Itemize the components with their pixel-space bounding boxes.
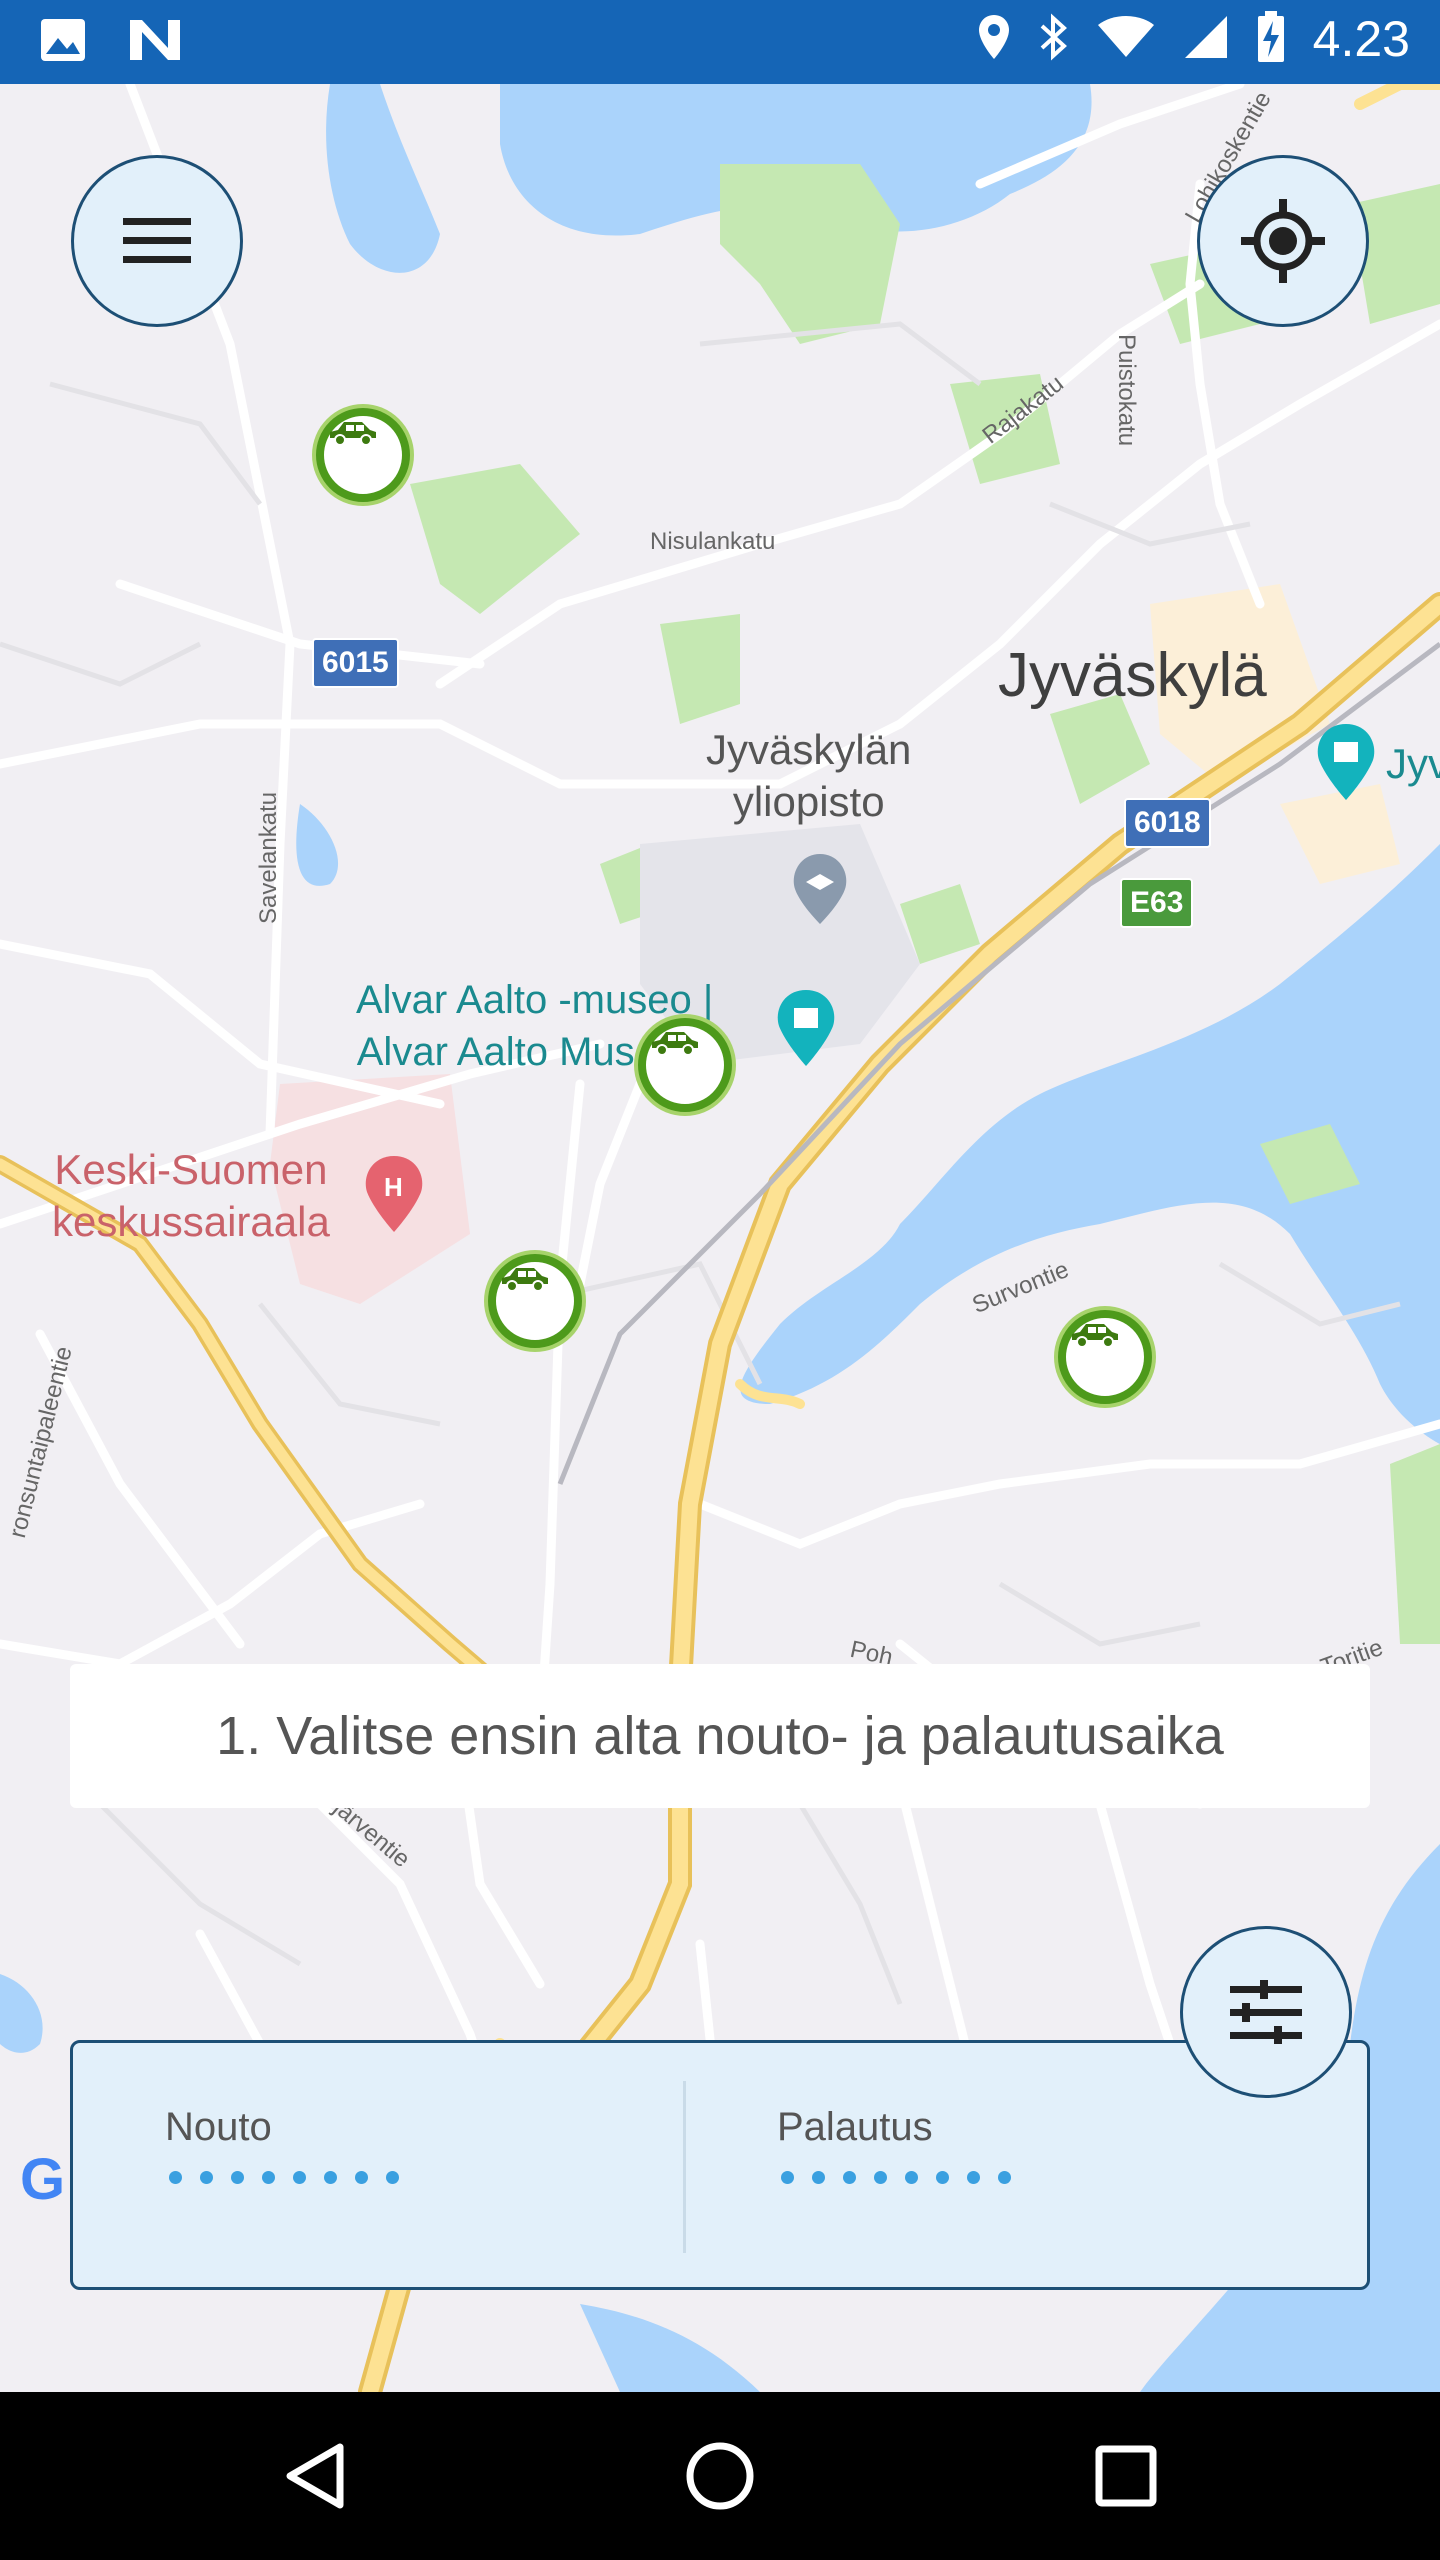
recents-button[interactable] — [1086, 2436, 1166, 2516]
location-icon — [977, 13, 1011, 66]
car-marker[interactable] — [488, 1254, 582, 1348]
battery-charging-icon — [1257, 10, 1285, 68]
status-time: 4.23 — [1312, 11, 1410, 67]
return-value-placeholder — [781, 2171, 1011, 2184]
car-icon — [330, 422, 376, 446]
car-icon — [1072, 1324, 1118, 1348]
recents-icon — [1095, 2445, 1157, 2507]
wifi-icon — [1097, 15, 1155, 64]
bluetooth-icon — [1039, 12, 1069, 67]
image-icon — [40, 18, 86, 67]
menu-button[interactable] — [71, 155, 243, 327]
pickup-label: Nouto — [165, 2105, 272, 2149]
car-marker[interactable] — [1058, 1310, 1152, 1404]
map-label-university: Jyväskylän yliopisto — [706, 726, 912, 825]
instruction-banner: 1. Valitse ensin alta nouto- ja palautus… — [70, 1664, 1370, 1808]
car-marker[interactable] — [638, 1018, 732, 1112]
home-button[interactable] — [680, 2436, 760, 2516]
car-marker[interactable] — [316, 408, 410, 502]
filter-button[interactable] — [1180, 1926, 1352, 2098]
museum-icon — [777, 990, 835, 1066]
menu-icon — [123, 218, 191, 263]
street-label-savelankatu: Savelankatu — [255, 791, 282, 924]
status-bar: 4.23 — [0, 0, 1440, 84]
road-shield-6015: 6015 — [312, 638, 399, 688]
pickup-field[interactable]: Nouto — [73, 2043, 683, 2287]
map-label-city-edge: Jyv — [1386, 740, 1440, 787]
car-icon — [652, 1032, 698, 1056]
back-button[interactable] — [276, 2436, 356, 2516]
crosshair-icon — [1241, 199, 1325, 283]
locate-button[interactable] — [1197, 155, 1369, 327]
car-icon — [502, 1268, 548, 1292]
map-label-city: Jyväskylä — [998, 641, 1267, 710]
back-icon — [286, 2443, 344, 2509]
sliders-icon — [1230, 1980, 1302, 2044]
road-shield-e63: E63 — [1120, 878, 1194, 928]
road-shield-6018: 6018 — [1124, 798, 1211, 848]
signal-icon — [1183, 14, 1229, 65]
n-app-icon — [128, 18, 182, 67]
pickup-value-placeholder — [169, 2171, 399, 2184]
street-label-nisulankatu: Nisulankatu — [650, 528, 776, 555]
navigation-bar — [0, 2392, 1440, 2560]
booking-panel: Nouto Palautus — [70, 2040, 1370, 2290]
return-label: Palautus — [777, 2105, 933, 2149]
street-label-puistokatu: Puistokatu — [1113, 334, 1140, 447]
home-icon — [686, 2442, 754, 2510]
map-label-hospital: Keski-Suomen keskussairaala — [52, 1146, 330, 1245]
hospital-icon-letter: H — [384, 1172, 403, 1202]
google-logo: G — [20, 2147, 66, 2212]
